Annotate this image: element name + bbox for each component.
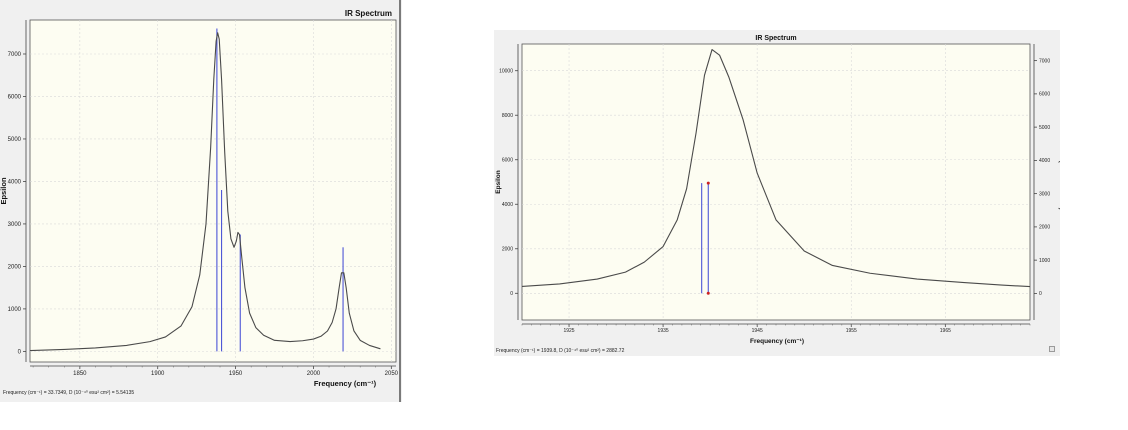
x-tick-label: 1850 <box>73 371 87 377</box>
x-tick-label: 1935 <box>658 328 669 334</box>
y-tick-label: 8000 <box>502 113 513 119</box>
y2-tick-label: 6000 <box>1039 92 1050 98</box>
y2-tick-label: 5000 <box>1039 125 1050 131</box>
y-tick-label: 5000 <box>8 137 22 143</box>
ir-spectrum-window-left: 1850 1900 1950 2000 2050 0 1000 2000 3000 4000 500… <box>0 0 402 402</box>
y-tick-label: 1000 <box>8 307 22 313</box>
y-tick-label: 7000 <box>8 52 22 58</box>
y-tick-label: 6000 <box>8 94 22 100</box>
status-bar-text: Frequency (cm⁻¹) = 1939.8, D (10⁻⁴⁰ esu²… <box>496 348 625 354</box>
ir-spectrum-chart-right[interactable]: 1925 1935 1945 1955 1965 0 2000 4000 6000 8000 100… <box>494 30 1066 356</box>
x-axis-label: Frequency (cm⁻¹) <box>750 338 804 345</box>
x-tick-label: 1945 <box>752 328 763 334</box>
chart-title: IR Spectrum <box>345 9 392 18</box>
x-axis-label: Frequency (cm⁻¹) <box>314 379 377 388</box>
y-tick-label: 3000 <box>8 222 22 228</box>
y-axis-label: Epsilon <box>495 170 502 194</box>
stick-marker-bottom <box>706 291 710 295</box>
chart-title: IR Spectrum <box>755 35 796 42</box>
y2-tick-label: 4000 <box>1039 158 1050 164</box>
y2-tick-label: 3000 <box>1039 191 1050 197</box>
x-tick-label: 2000 <box>307 371 321 377</box>
x-tick-label: 1900 <box>151 371 165 377</box>
y-tick-label: 0 <box>510 291 513 297</box>
resize-grip-icon[interactable] <box>1049 346 1055 352</box>
y-tick-label: 4000 <box>502 202 513 208</box>
x-tick-label: 2050 <box>385 371 399 377</box>
y2-tick-label: 7000 <box>1039 58 1050 64</box>
status-bar-text: Frequency (cm⁻¹) = 33.7349, D (10⁻⁴⁰ esu… <box>3 390 135 396</box>
y2-tick-label: 0 <box>1039 291 1042 297</box>
plot-area <box>29 19 397 363</box>
y-tick-label: 4000 <box>8 179 22 185</box>
y-axis-label: Epsilon <box>0 177 8 205</box>
x-tick-label: 1950 <box>229 371 243 377</box>
y-tick-label: 2000 <box>8 264 22 270</box>
y-tick-label: 2000 <box>502 246 513 252</box>
x-tick-label: 1955 <box>846 328 857 334</box>
y2-axis-label: D (10⁻⁴⁰ esu² cm²) <box>1058 154 1060 210</box>
y-tick-label: 6000 <box>502 157 513 163</box>
x-tick-label: 1965 <box>940 328 951 334</box>
y2-tick-label: 2000 <box>1039 225 1050 231</box>
ir-spectrum-chart-left[interactable]: 1850 1900 1950 2000 205001000200030004000500… <box>0 0 402 402</box>
y2-tick-label: 1000 <box>1039 258 1050 264</box>
x-tick-label: 1925 <box>563 328 574 334</box>
ir-spectrum-window-right: 1925 1935 1945 1955 1965 0 2000 4000 6000 8000 100… <box>494 30 1066 356</box>
stick-marker-top <box>706 181 710 185</box>
y-tick-label: 10000 <box>499 68 513 74</box>
